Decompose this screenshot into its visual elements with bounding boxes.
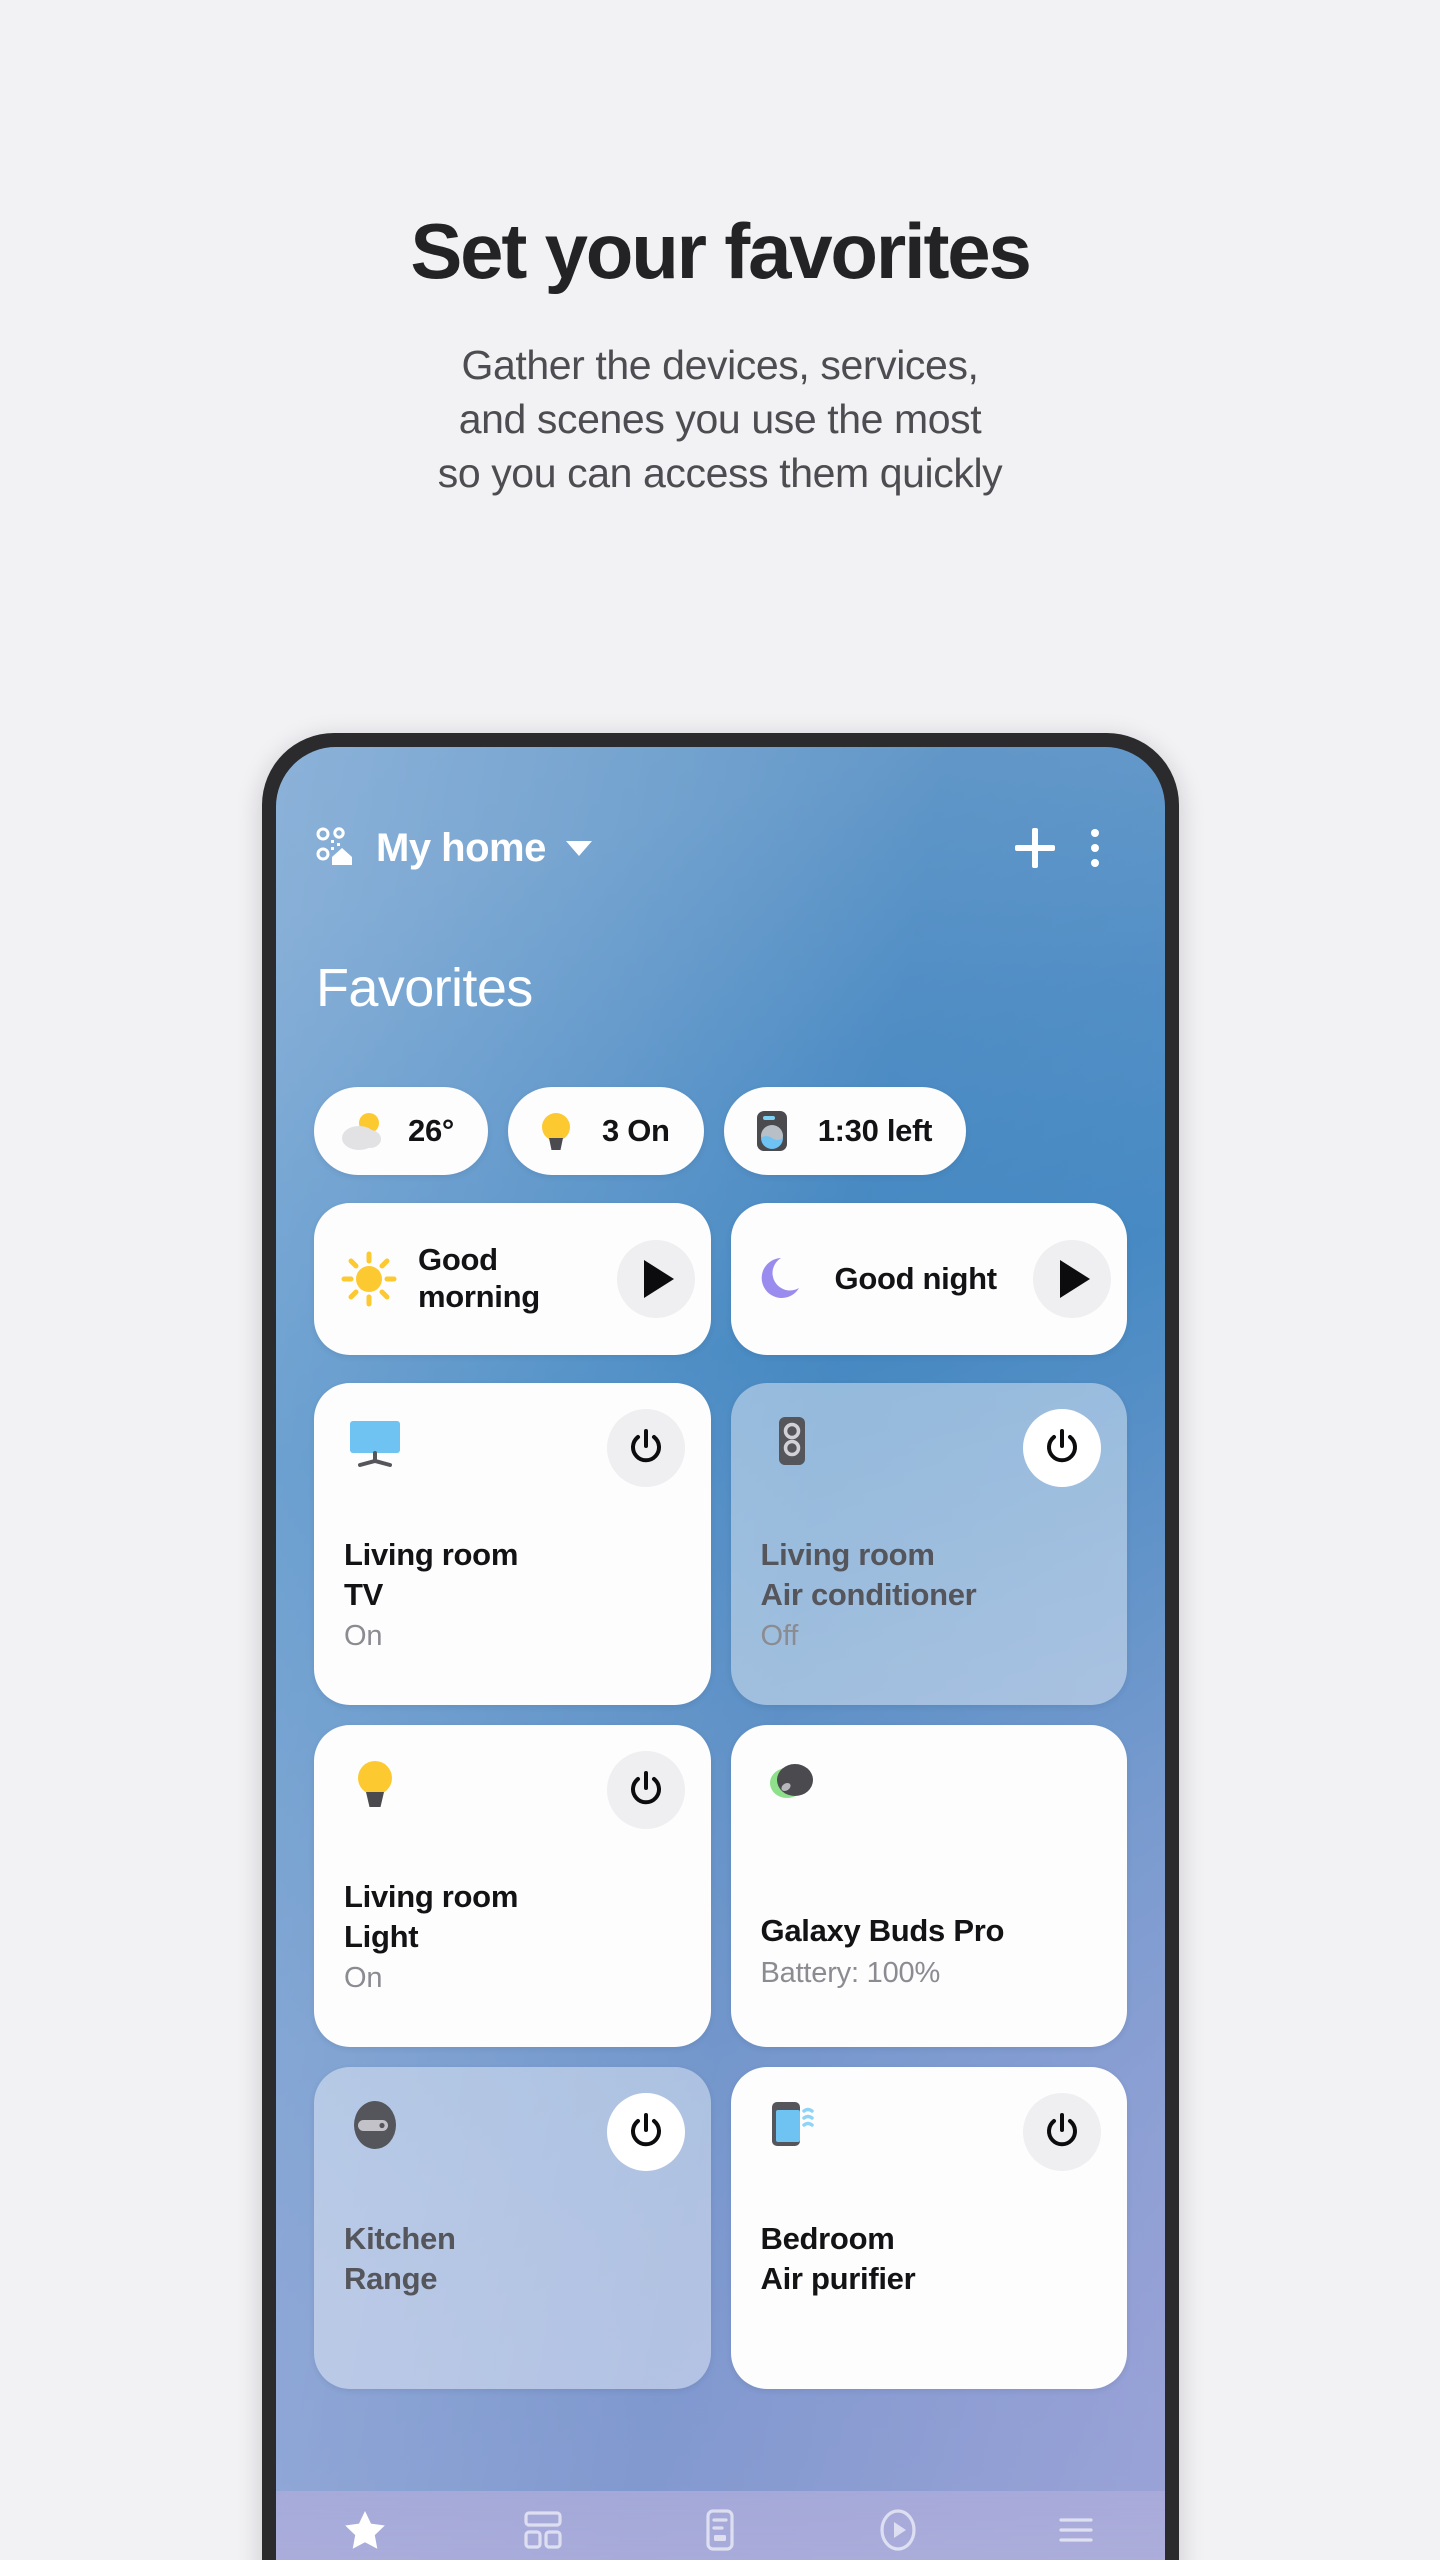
chip-label: 3 On	[601, 1113, 670, 1148]
chip-label: 26°	[408, 1113, 454, 1148]
home-name-label[interactable]: My home	[376, 826, 546, 871]
crescent-moon-icon	[755, 1248, 817, 1310]
nav-item-devices[interactable]: Devices	[454, 2507, 632, 2560]
power-icon	[630, 1771, 661, 1805]
device-name: Range	[344, 2260, 438, 2296]
device-name: Air purifier	[760, 2260, 916, 2296]
sun-icon	[338, 1248, 400, 1310]
power-icon	[630, 2113, 661, 2147]
device-card-kitchen-range[interactable]: Kitchen Range	[314, 2067, 711, 2389]
scene-card-good-morning[interactable]: Good morning	[314, 1203, 711, 1355]
power-icon	[630, 1429, 661, 1463]
power-toggle-button[interactable]	[606, 1409, 685, 1487]
status-chip-row: 26° 3 On 1:30 left	[276, 1019, 1165, 1175]
device-name: Galaxy Buds Pro	[760, 1913, 1005, 1948]
play-circle-icon	[875, 2507, 921, 2553]
status-chip-weather[interactable]: 26°	[314, 1087, 488, 1175]
device-state: Battery: 100%	[760, 1956, 941, 1989]
chip-label: 1:30 left	[817, 1113, 933, 1148]
power-toggle-button[interactable]	[606, 1751, 685, 1829]
chevron-down-icon[interactable]	[565, 840, 592, 856]
promo-page: Set your favorites Gather the devices, s…	[0, 0, 1440, 2560]
scene-play-button[interactable]	[1033, 1240, 1111, 1318]
status-chip-washer[interactable]: 1:30 left	[723, 1087, 967, 1175]
device-text: Galaxy Buds Pro Battery: 100%	[761, 1911, 1102, 1990]
air-purifier-icon	[761, 2102, 823, 2161]
kebab-menu-icon	[1091, 829, 1099, 867]
device-name: Light	[344, 1918, 419, 1954]
device-text: Living room TV On	[344, 1535, 685, 1653]
washer-icon	[746, 1105, 798, 1157]
nav-item-menu[interactable]: Menu	[987, 2507, 1165, 2560]
power-toggle-button[interactable]	[1023, 2093, 1101, 2171]
lightbulb-icon	[530, 1105, 582, 1157]
devices-grid: Living room TV On Living room Air condit…	[276, 1355, 1165, 2389]
add-button[interactable]	[1005, 818, 1065, 878]
device-card-living-room-light[interactable]: Living room Light On	[314, 1725, 711, 2047]
device-text: Living room Air conditioner Off	[761, 1535, 1102, 1653]
hamburger-icon	[1053, 2507, 1099, 2553]
nav-item-routines[interactable]: Routines	[809, 2507, 987, 2560]
subtitle-line: so you can access them quickly	[437, 450, 1003, 497]
power-icon	[1047, 2113, 1077, 2147]
device-state: Off	[760, 1620, 799, 1653]
device-name: Air conditioner	[760, 1576, 977, 1612]
partly-cloudy-icon	[336, 1105, 388, 1157]
status-chip-lights[interactable]: 3 On	[507, 1087, 704, 1175]
device-name: TV	[344, 1576, 384, 1612]
subtitle-line: Gather the devices, services,	[461, 342, 979, 388]
tv-icon	[344, 1421, 406, 1477]
device-state: On	[344, 1962, 383, 1995]
air-conditioner-icon	[761, 1417, 823, 1477]
lightbulb-icon	[344, 1761, 406, 1819]
promo-header: Set your favorites Gather the devices, s…	[0, 0, 1440, 500]
plus-icon	[1015, 828, 1055, 868]
device-text: Bedroom Air purifier	[761, 2219, 1102, 2298]
device-room: Kitchen	[344, 2221, 456, 2256]
list-document-icon	[697, 2507, 743, 2553]
earbuds-icon	[761, 1764, 823, 1819]
favorites-heading: Favorites	[316, 958, 533, 1018]
play-icon	[643, 1260, 674, 1298]
power-icon	[1047, 1429, 1077, 1463]
scene-card-good-night[interactable]: Good night	[730, 1203, 1127, 1355]
device-card-bedroom-air-purifier[interactable]: Bedroom Air purifier	[730, 2067, 1127, 2389]
nav-item-life[interactable]: Life	[632, 2507, 810, 2560]
device-text: Kitchen Range	[344, 2219, 685, 2298]
bottom-navigation-bar: Favorites Devices	[276, 2491, 1165, 2560]
power-toggle-button[interactable]	[606, 2093, 685, 2171]
device-card-living-room-air-conditioner[interactable]: Living room Air conditioner Off	[730, 1383, 1127, 1705]
device-card-living-room-tv[interactable]: Living room TV On	[314, 1383, 711, 1705]
star-icon	[342, 2507, 388, 2553]
scene-name: Good morning	[418, 1242, 540, 1314]
device-room: Living room	[344, 1537, 519, 1572]
page-subtitle: Gather the devices, services, and scenes…	[0, 338, 1440, 500]
device-room: Bedroom	[760, 2221, 895, 2256]
phone-mockup: My home Favorites 26° 3 On 1:30 left Goo…	[262, 733, 1179, 2560]
device-room: Living room	[760, 1537, 935, 1572]
scenes-grid: Good morning Good night	[276, 1175, 1165, 1355]
scene-play-button[interactable]	[616, 1240, 695, 1318]
scene-name: Good night	[834, 1260, 998, 1296]
device-state: On	[344, 1620, 383, 1653]
power-toggle-button[interactable]	[1023, 1409, 1101, 1487]
page-title: Set your favorites	[410, 207, 1031, 295]
device-text: Living room Light On	[344, 1877, 685, 1995]
nav-item-favorites[interactable]: Favorites	[276, 2507, 454, 2560]
subtitle-line: and scenes you use the most	[458, 396, 982, 443]
device-card-galaxy-buds-pro[interactable]: Galaxy Buds Pro Battery: 100%	[730, 1725, 1127, 2047]
app-topbar: My home	[276, 747, 1165, 879]
phone-screen: My home Favorites 26° 3 On 1:30 left Goo…	[276, 747, 1165, 2560]
device-room: Living room	[344, 1879, 519, 1914]
smartthings-home-icon	[316, 827, 358, 869]
grid-icon	[520, 2507, 566, 2553]
play-icon	[1060, 1260, 1090, 1298]
more-options-button[interactable]	[1065, 818, 1125, 878]
range-icon	[344, 2101, 406, 2161]
